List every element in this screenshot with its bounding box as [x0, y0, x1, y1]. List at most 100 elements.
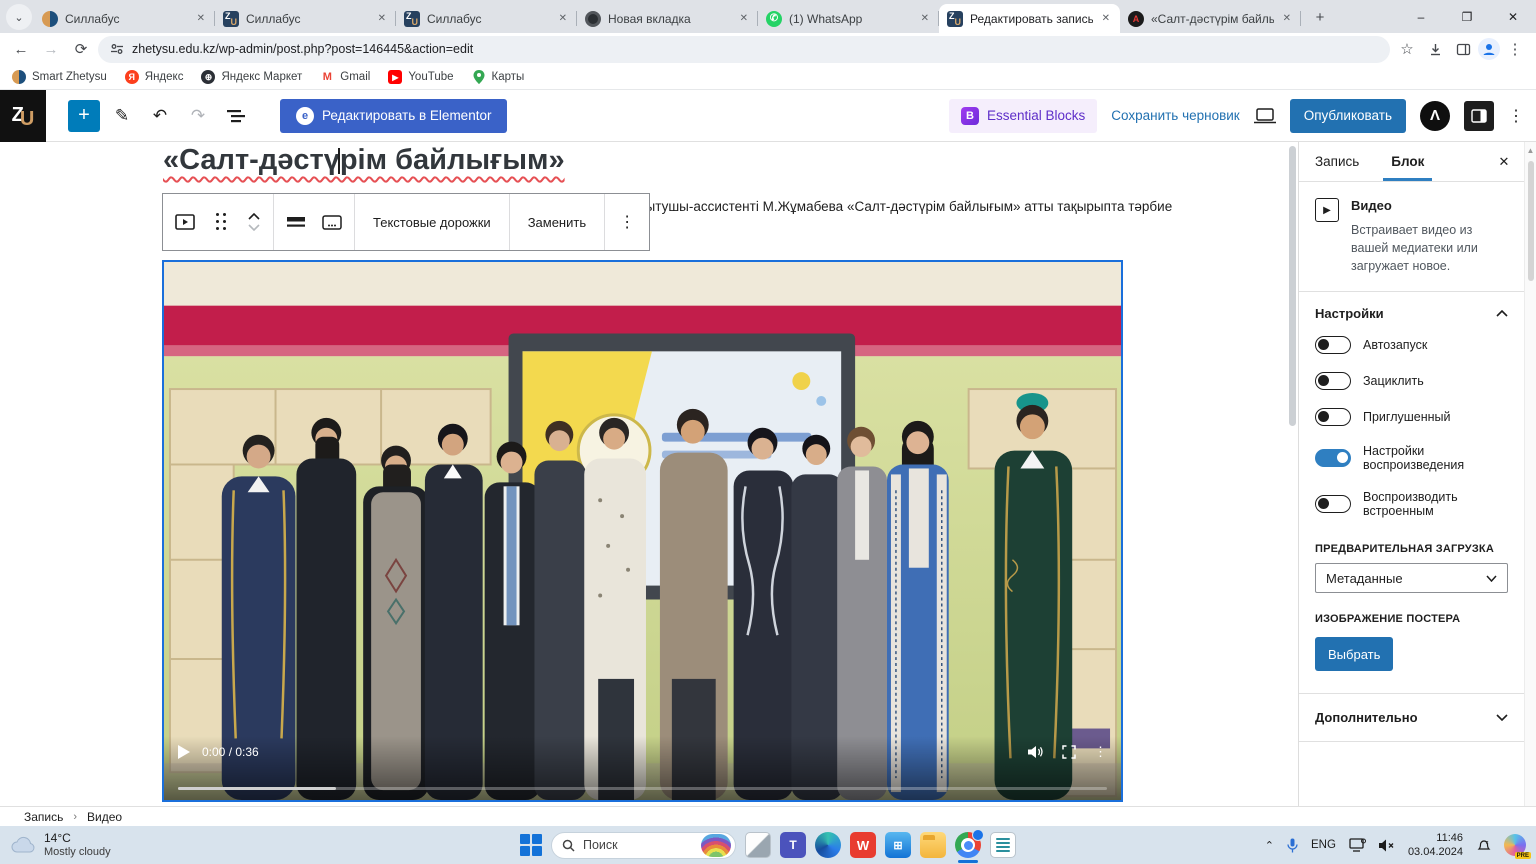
- move-up-icon[interactable]: [248, 213, 260, 220]
- scroll-up-arrow[interactable]: ▲: [1527, 146, 1535, 155]
- settings-panel-toggle[interactable]: [1464, 101, 1494, 131]
- site-logo[interactable]: ZU: [0, 90, 46, 142]
- browser-menu-icon[interactable]: ⋮: [1502, 36, 1528, 62]
- url-omnibox[interactable]: zhetysu.edu.kz/wp-admin/post.php?post=14…: [98, 36, 1390, 63]
- video-progress-bar[interactable]: [178, 787, 1107, 790]
- wps-office-icon[interactable]: W: [850, 832, 876, 858]
- preview-device-icon[interactable]: [1254, 108, 1276, 124]
- sidebar-tab-block[interactable]: Блок: [1375, 142, 1440, 181]
- tab-close-icon[interactable]: ✕: [195, 11, 207, 26]
- tab-close-icon[interactable]: ✕: [557, 11, 569, 26]
- browser-tab-post-preview[interactable]: A «Салт-дәстүрім байлығым» – С ✕: [1120, 4, 1301, 33]
- downloads-icon[interactable]: [1422, 36, 1448, 62]
- fullscreen-icon[interactable]: [1062, 745, 1076, 759]
- tab-close-icon[interactable]: ✕: [376, 11, 388, 26]
- caption-icon[interactable]: [314, 198, 350, 246]
- bookmark-star-icon[interactable]: ☆: [1394, 36, 1420, 62]
- speaker-muted-icon[interactable]: [1379, 839, 1395, 852]
- undo-icon[interactable]: ↶: [144, 100, 176, 132]
- publish-button[interactable]: Опубликовать: [1290, 99, 1406, 133]
- cast-screen-icon[interactable]: [1349, 838, 1366, 852]
- redo-icon[interactable]: ↷: [182, 100, 214, 132]
- options-menu-icon[interactable]: ⋮: [1508, 106, 1524, 126]
- drag-handle[interactable]: [203, 198, 239, 246]
- plays-inline-toggle[interactable]: [1315, 495, 1351, 513]
- tools-pencil-icon[interactable]: ✎: [106, 100, 138, 132]
- tab-close-icon[interactable]: ✕: [1100, 11, 1112, 26]
- browser-tab-whatsapp[interactable]: ✆ (1) WhatsApp ✕: [758, 4, 939, 33]
- bookmark-yandex[interactable]: Я Яндекс: [125, 70, 184, 84]
- replace-button[interactable]: Заменить: [514, 215, 600, 230]
- toggle-row-loop[interactable]: Зациклить: [1299, 363, 1524, 399]
- new-tab-button[interactable]: +: [1307, 4, 1333, 30]
- toggle-row-muted[interactable]: Приглушенный: [1299, 399, 1524, 435]
- video-block-icon[interactable]: [167, 198, 203, 246]
- bookmark-yandex-market[interactable]: ⊕ Яндекс Маркет: [201, 70, 302, 84]
- scrollbar-thumb[interactable]: [1528, 161, 1534, 281]
- move-down-icon[interactable]: [248, 224, 260, 231]
- bookmark-maps[interactable]: Карты: [472, 70, 525, 84]
- breadcrumb-post[interactable]: Запись: [24, 810, 63, 824]
- site-info-icon[interactable]: [110, 42, 124, 56]
- list-view-icon[interactable]: [220, 100, 252, 132]
- edit-in-elementor-button[interactable]: e Редактировать в Elementor: [280, 99, 507, 133]
- muted-toggle[interactable]: [1315, 408, 1351, 426]
- sidebar-scrollbar[interactable]: ▲: [1524, 142, 1536, 806]
- text-tracks-button[interactable]: Текстовые дорожки: [359, 215, 505, 230]
- copilot-icon[interactable]: [1504, 834, 1526, 856]
- tray-overflow-icon[interactable]: ⌃: [1265, 839, 1274, 852]
- tab-search-button[interactable]: ⌄: [6, 4, 32, 30]
- play-icon[interactable]: [178, 745, 190, 759]
- language-indicator[interactable]: ENG: [1311, 839, 1336, 851]
- editor-scrollbar[interactable]: [1289, 146, 1296, 426]
- settings-panel-header[interactable]: Настройки: [1299, 292, 1524, 327]
- toggle-row-plays-inline[interactable]: Воспроизводить встроенным: [1299, 481, 1524, 527]
- clock-widget[interactable]: 11:46 03.04.2024: [1408, 831, 1463, 860]
- browser-tab-edit-post-active[interactable]: Редактировать запись "«Салт- ✕: [939, 4, 1120, 33]
- select-poster-button[interactable]: Выбрать: [1315, 637, 1393, 671]
- refresh-icon[interactable]: ⟳: [68, 36, 94, 62]
- weather-widget[interactable]: 14°C Mostly cloudy: [10, 831, 111, 859]
- loop-toggle[interactable]: [1315, 372, 1351, 390]
- advanced-panel-header[interactable]: Дополнительно: [1299, 694, 1524, 742]
- tab-close-icon[interactable]: ✕: [738, 11, 750, 26]
- task-view-icon[interactable]: [745, 832, 771, 858]
- notification-bell-icon[interactable]: z: [1476, 838, 1491, 853]
- video-block-selected[interactable]: 0:00 / 0:36 ⋮: [162, 260, 1123, 802]
- window-close-button[interactable]: ✕: [1490, 0, 1536, 33]
- taskbar-search-box[interactable]: Поиск: [551, 832, 736, 859]
- video-more-options-icon[interactable]: ⋮: [1094, 744, 1107, 760]
- essential-blocks-button[interactable]: B Essential Blocks: [949, 99, 1097, 133]
- notes-app-icon[interactable]: [990, 832, 1016, 858]
- back-icon[interactable]: ←: [8, 36, 34, 62]
- file-explorer-icon[interactable]: [920, 832, 946, 858]
- preload-select[interactable]: Метаданные: [1315, 563, 1508, 593]
- start-button[interactable]: [520, 834, 542, 856]
- browser-tab-sillabus-2[interactable]: Силлабус ✕: [215, 4, 396, 33]
- browser-tab-sillabus-3[interactable]: Силлабус ✕: [396, 4, 577, 33]
- tab-close-icon[interactable]: ✕: [919, 11, 931, 26]
- block-options-icon[interactable]: ⋮: [609, 198, 645, 246]
- alignment-icon[interactable]: [278, 198, 314, 246]
- chrome-icon-active[interactable]: [955, 832, 981, 858]
- close-sidebar-icon[interactable]: ✕: [1484, 142, 1524, 181]
- astra-theme-icon[interactable]: Λ: [1420, 101, 1450, 131]
- window-minimize-button[interactable]: –: [1398, 0, 1444, 33]
- playback-controls-toggle[interactable]: [1315, 449, 1351, 467]
- save-draft-button[interactable]: Сохранить черновик: [1111, 108, 1239, 123]
- tab-close-icon[interactable]: ✕: [1281, 11, 1293, 26]
- window-restore-button[interactable]: ❐: [1444, 0, 1490, 33]
- toggle-row-autoplay[interactable]: Автозапуск: [1299, 327, 1524, 363]
- bookmark-youtube[interactable]: ▶ YouTube: [388, 70, 453, 84]
- bookmark-smart-zhetysu[interactable]: Smart Zhetysu: [12, 70, 107, 84]
- teams-icon[interactable]: T: [780, 832, 806, 858]
- editor-canvas[interactable]: «Салт-дәстүрім байлығым» амасының оқытуш…: [0, 142, 1298, 806]
- post-title[interactable]: «Салт-дәстүрім байлығым»: [163, 144, 565, 177]
- toggle-row-playback-controls[interactable]: Настройки воспроизведения: [1299, 435, 1524, 481]
- microphone-icon[interactable]: [1287, 838, 1298, 853]
- autoplay-toggle[interactable]: [1315, 336, 1351, 354]
- bookmark-gmail[interactable]: M Gmail: [320, 70, 370, 84]
- forward-icon[interactable]: →: [38, 36, 64, 62]
- sidebar-tab-post[interactable]: Запись: [1299, 142, 1375, 181]
- volume-icon[interactable]: [1028, 745, 1044, 759]
